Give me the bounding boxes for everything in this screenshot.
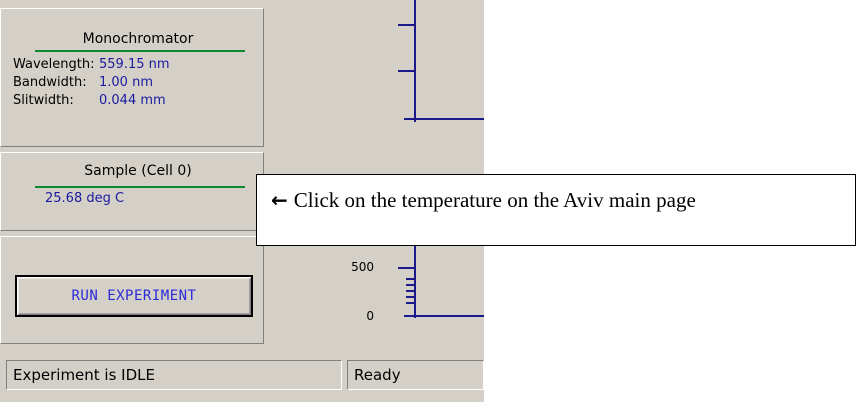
temperature-value[interactable]: 25.68 deg C bbox=[45, 191, 124, 206]
sample-title: Sample (Cell 0) bbox=[84, 163, 192, 179]
slitwidth-value: 0.044 mm bbox=[99, 93, 166, 108]
run-panel: RUN EXPERIMENT bbox=[0, 236, 264, 344]
bandwidth-row: Bandwidth: 1.00 nm bbox=[13, 75, 153, 90]
wavelength-value: 559.15 nm bbox=[99, 57, 170, 72]
wavelength-row: Wavelength: 559.15 nm bbox=[13, 57, 170, 72]
tick-label-0: 0 bbox=[366, 309, 374, 323]
monochromator-title: Monochromator bbox=[82, 31, 194, 47]
tick-label-500: 500 bbox=[351, 260, 374, 274]
left-panel-column: Monochromator Wavelength: 559.15 nm Band… bbox=[0, 0, 268, 347]
run-experiment-button[interactable]: RUN EXPERIMENT bbox=[15, 275, 253, 317]
status-bar: Experiment is IDLE Ready bbox=[0, 350, 484, 402]
sample-divider bbox=[35, 186, 245, 188]
bandwidth-value: 1.00 nm bbox=[99, 75, 153, 90]
sample-panel: Sample (Cell 0) 25.68 deg C bbox=[0, 152, 264, 231]
slitwidth-row: Slitwidth: 0.044 mm bbox=[13, 93, 166, 108]
callout-text: Click on the temperature on the Aviv mai… bbox=[293, 188, 696, 212]
left-arrow-icon: ← bbox=[271, 188, 288, 212]
wavelength-label: Wavelength: bbox=[13, 57, 95, 72]
instruction-callout: ← Click on the temperature on the Aviv ma… bbox=[256, 174, 856, 246]
experiment-status: Experiment is IDLE bbox=[6, 360, 342, 390]
bandwidth-label: Bandwidth: bbox=[13, 75, 87, 90]
monochromator-panel: Monochromator Wavelength: 559.15 nm Band… bbox=[0, 8, 264, 147]
ready-status: Ready bbox=[347, 360, 484, 390]
slitwidth-label: Slitwidth: bbox=[13, 93, 74, 108]
monochromator-divider bbox=[35, 50, 245, 52]
